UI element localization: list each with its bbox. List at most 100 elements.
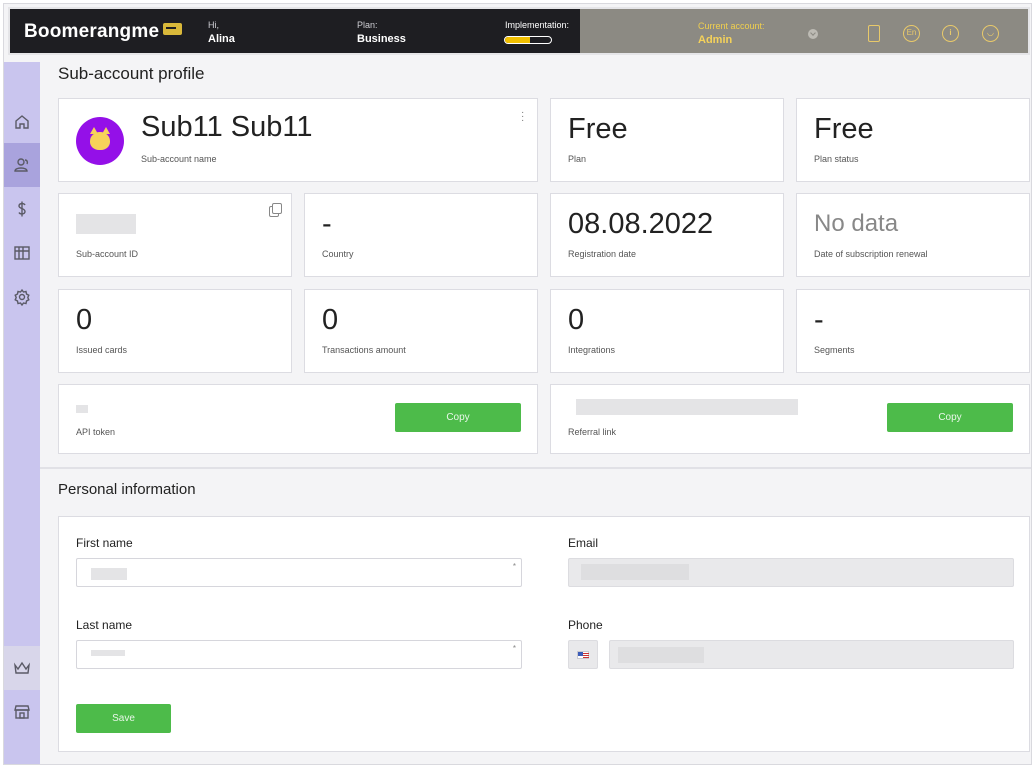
user-profile-icon[interactable]: ◡ (982, 25, 999, 42)
registration-date-card: 08.08.2022 Registration date (550, 193, 784, 277)
home-icon (15, 115, 29, 129)
first-name-input[interactable]: * (76, 558, 522, 587)
save-button[interactable]: Save (76, 704, 171, 733)
sub-account-name: Sub11 Sub11 (141, 111, 313, 143)
redacted-id (76, 214, 136, 234)
sidebar-item-billing[interactable] (4, 187, 40, 231)
last-name-label: Last name (76, 618, 133, 632)
phone-field[interactable] (609, 640, 1014, 669)
main-content: Sub-account profile Sub11 Sub11 Sub-acco… (40, 62, 1031, 764)
sidebar-item-users[interactable] (4, 143, 40, 187)
copy-api-token-button[interactable]: Copy (395, 403, 521, 432)
us-flag-icon (577, 651, 589, 659)
sub-account-name-label: Sub-account name (141, 154, 217, 164)
section-divider (40, 467, 1031, 469)
sidebar-item-cards[interactable] (4, 231, 40, 275)
info-icon[interactable]: i (942, 25, 959, 42)
logo[interactable]: Boomerangme (24, 21, 183, 43)
email-field[interactable] (568, 558, 1014, 587)
plan-label: Plan: (357, 20, 378, 30)
integrations-label: Integrations (568, 345, 616, 355)
integrations-value: 0 (568, 304, 585, 336)
greeting-label: Hi, (208, 20, 219, 30)
user-name: Alina (208, 33, 235, 45)
gear-icon (14, 288, 30, 306)
redacted-token (76, 405, 88, 413)
crown-icon (13, 661, 31, 674)
redacted-last-name (91, 650, 125, 656)
registration-date-value: 08.08.2022 (568, 208, 714, 240)
personal-info-title: Personal information (58, 481, 196, 498)
chevron-down-icon[interactable] (808, 29, 818, 39)
current-account-selector[interactable]: Current account: Admin (698, 21, 765, 46)
copy-referral-link-button[interactable]: Copy (887, 403, 1013, 432)
redacted-referral-link (576, 399, 798, 415)
phone-country-select[interactable] (568, 640, 598, 669)
plan-info: Plan: Business (357, 19, 406, 45)
registration-date-label: Registration date (568, 249, 637, 259)
required-mark: * (512, 562, 516, 571)
redacted-phone (618, 647, 704, 663)
transactions-card: 0 Transactions amount (304, 289, 538, 373)
sub-account-name-card: Sub11 Sub11 Sub-account name · · · (58, 98, 538, 182)
more-options-icon[interactable]: · · · (521, 108, 525, 126)
sidebar-item-settings[interactable] (4, 275, 40, 319)
copy-icon[interactable] (269, 203, 282, 217)
plan-status-card: Free Plan status (796, 98, 1030, 182)
plan-value: Business (357, 33, 406, 45)
page-title: Sub-account profile (58, 64, 205, 83)
sidebar-item-premium[interactable] (4, 646, 40, 690)
renewal-date-label: Date of subscription renewal (814, 249, 928, 259)
document-icon[interactable] (868, 25, 880, 42)
country-value: - (322, 208, 332, 240)
plan-status-label: Plan status (814, 154, 859, 164)
integrations-card: 0 Integrations (550, 289, 784, 373)
top-header: Boomerangme Hi, Alina Plan: Business Imp… (8, 7, 1030, 55)
logo-text: Boomerangme (24, 21, 160, 42)
referral-link-card: Referral link Copy (550, 384, 1030, 454)
phone-label: Phone (568, 618, 603, 632)
required-mark: * (512, 644, 516, 653)
implementation-info: Implementation: (505, 19, 569, 31)
implementation-progress-bar[interactable] (504, 36, 552, 44)
header-info-panel: Boomerangme Hi, Alina Plan: Business Imp… (10, 9, 580, 53)
app-frame: Boomerangme Hi, Alina Plan: Business Imp… (3, 3, 1032, 765)
implementation-label: Implementation: (505, 20, 570, 30)
plan-card: Free Plan (550, 98, 784, 182)
email-label: Email (568, 536, 599, 550)
country-card: - Country (304, 193, 538, 277)
current-account-value: Admin (698, 34, 733, 46)
greeting: Hi, Alina (208, 19, 235, 45)
sidebar-item-store[interactable] (4, 690, 40, 734)
country-label: Country (322, 249, 354, 259)
transactions-value: 0 (322, 304, 339, 336)
current-account-label: Current account: (698, 21, 765, 31)
sidebar-item-home[interactable] (4, 100, 40, 144)
sub-account-id-card: Sub-account ID (58, 193, 292, 277)
redacted-email (581, 564, 689, 580)
header-account-panel: Current account: Admin En i ◡ (580, 9, 1028, 53)
last-name-input[interactable]: * (76, 640, 522, 669)
users-icon (14, 158, 29, 172)
cat-avatar-icon (90, 127, 110, 150)
segments-value: - (814, 304, 824, 336)
card-logo-icon (163, 23, 183, 35)
implementation-progress-fill (505, 37, 531, 43)
api-token-card: API token Copy (58, 384, 538, 454)
language-icon[interactable]: En (903, 25, 920, 42)
issued-cards-card: 0 Issued cards (58, 289, 292, 373)
sidebar (4, 62, 40, 764)
cards-icon (14, 246, 30, 260)
redacted-first-name (91, 568, 127, 580)
sub-account-id-label: Sub-account ID (76, 249, 139, 259)
issued-cards-value: 0 (76, 304, 93, 336)
segments-card: - Segments (796, 289, 1030, 373)
referral-link-label: Referral link (568, 427, 617, 437)
dollar-icon (18, 201, 26, 217)
api-token-label: API token (76, 427, 116, 437)
language-badge: En (906, 28, 917, 37)
avatar[interactable] (76, 117, 124, 165)
renewal-date-value: No data (814, 210, 899, 237)
plan-label: Plan (568, 154, 587, 164)
plan-value: Free (568, 113, 628, 145)
